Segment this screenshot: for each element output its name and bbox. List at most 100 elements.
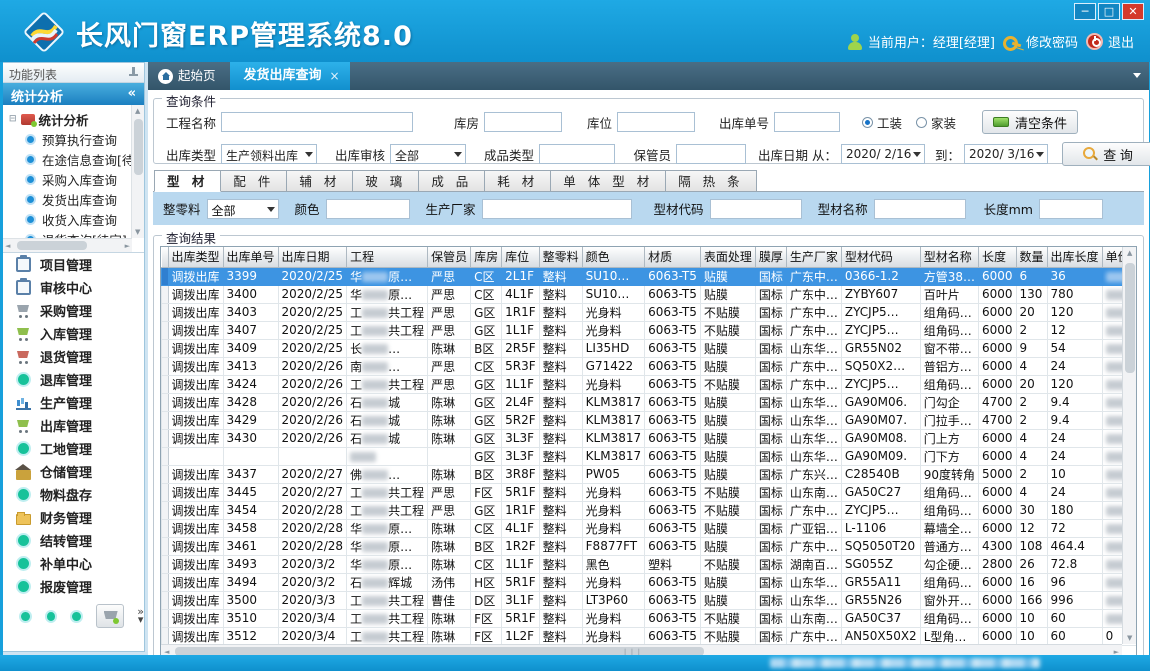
footer-cart-button[interactable] xyxy=(96,604,125,628)
material-tab-配件[interactable]: 配 件 xyxy=(221,170,287,192)
color-input[interactable] xyxy=(326,199,410,219)
table-row[interactable]: 调拨出库34132020/2/26南…严思C区5R3F整料G714226063-… xyxy=(162,357,1138,375)
column-header-保管员[interactable]: 保管员 xyxy=(428,247,471,267)
footer-circle-icon[interactable] xyxy=(19,610,32,623)
collapse-icon[interactable]: « xyxy=(128,86,136,101)
table-row[interactable]: 调拨出库34932020/3/2华原…陈琳C区1L1F整料黑色塑料不贴膜国标湖南… xyxy=(162,555,1138,573)
sidebar-item-结转管理[interactable]: 结转管理 xyxy=(3,529,144,552)
material-tab-隔热条[interactable]: 隔 热 条 xyxy=(666,170,756,192)
column-header-出库单号[interactable]: 出库单号 xyxy=(223,247,278,267)
material-tab-型材[interactable]: 型 材 xyxy=(154,170,221,192)
clear-conditions-button[interactable]: 清空条件 xyxy=(982,110,1078,134)
out-type-select[interactable]: 生产领料出库 xyxy=(221,144,317,164)
zhengling-select[interactable]: 全部 xyxy=(207,199,279,219)
column-header-库房[interactable]: 库房 xyxy=(471,247,502,267)
manufacturer-input[interactable] xyxy=(482,199,632,219)
column-header-库位[interactable]: 库位 xyxy=(502,247,540,267)
order-no-input[interactable] xyxy=(774,112,840,132)
sidebar-item-财务管理[interactable]: 财务管理 xyxy=(3,506,144,529)
search-button[interactable]: 查 询 xyxy=(1062,142,1150,166)
tab-list-dropdown-icon[interactable] xyxy=(1133,73,1141,78)
tree-item-采购入库查询[interactable]: 采购入库查询 xyxy=(9,169,142,189)
grid-vertical-scrollbar[interactable]: ▲ ▼ xyxy=(1122,247,1136,644)
tree-item-预算执行查询[interactable]: 预算执行查询 xyxy=(9,129,142,149)
minimize-button[interactable]: ─ xyxy=(1074,3,1096,20)
product-type-input[interactable] xyxy=(539,144,615,164)
sidebar-item-采购管理[interactable]: 采购管理 xyxy=(3,299,144,322)
column-header-型材名称[interactable]: 型材名称 xyxy=(920,247,978,267)
sidebar-overflow-button[interactable]: »▾ xyxy=(137,608,144,624)
tree-vertical-scrollbar[interactable]: ▲ ▼ xyxy=(131,105,144,238)
profile-code-input[interactable] xyxy=(710,199,802,219)
material-tab-耗材[interactable]: 耗 材 xyxy=(485,170,551,192)
sidebar-item-补单中心[interactable]: 补单中心 xyxy=(3,552,144,575)
column-header-出库日期[interactable]: 出库日期 xyxy=(278,247,347,267)
length-input[interactable] xyxy=(1039,199,1103,219)
sidebar-item-入库管理[interactable]: 入库管理 xyxy=(3,322,144,345)
table-row[interactable]: 调拨出库34942020/3/2石辉城汤伟H区5R1F整料光身料6063-T5贴… xyxy=(162,573,1138,591)
column-header-整零料[interactable]: 整零料 xyxy=(539,247,582,267)
column-header-数量[interactable]: 数量 xyxy=(1016,247,1047,267)
sidebar-item-审核中心[interactable]: 审核中心 xyxy=(3,276,144,299)
gongzhuang-radio[interactable] xyxy=(862,117,873,128)
sidebar-item-项目管理[interactable]: 项目管理 xyxy=(3,253,144,276)
table-row[interactable]: 调拨出库34582020/2/28华原…陈琳C区4L1F整料光身料6063-T5… xyxy=(162,519,1138,537)
sidebar-item-物料盘存[interactable]: 物料盘存 xyxy=(3,483,144,506)
column-header-长度[interactable]: 长度 xyxy=(978,247,1016,267)
column-header-出库类型[interactable]: 出库类型 xyxy=(168,247,223,267)
column-header-工程[interactable]: 工程 xyxy=(347,247,428,267)
tree-item-收货入库查询[interactable]: 收货入库查询 xyxy=(9,209,142,229)
material-tab-辅材[interactable]: 辅 材 xyxy=(287,170,353,192)
table-row[interactable]: 调拨出库35122020/3/4工共工程陈琳F区1L2F整料光身料6063-T5… xyxy=(162,627,1138,645)
sidebar-item-生产管理[interactable]: 生产管理 xyxy=(3,391,144,414)
pin-icon[interactable] xyxy=(129,67,138,78)
warehouse-input[interactable] xyxy=(484,112,562,132)
sidebar-item-出库管理[interactable]: 出库管理 xyxy=(3,414,144,437)
location-input[interactable] xyxy=(617,112,695,132)
tab-close-icon[interactable]: × xyxy=(330,62,340,90)
project-name-input[interactable] xyxy=(221,112,413,132)
tree-expander-icon[interactable]: ⊟ xyxy=(9,114,17,124)
table-row[interactable]: 调拨出库34612020/2/28华原…陈琳B区1R2F整料F8877FT606… xyxy=(162,537,1138,555)
keeper-input[interactable] xyxy=(676,144,746,164)
material-tab-玻璃[interactable]: 玻 璃 xyxy=(353,170,419,192)
table-row[interactable]: G区3L3F整料KLM38176063-T5贴膜国标山东华…GA90M09.门下… xyxy=(162,447,1138,465)
table-row[interactable]: 调拨出库34242020/2/26工共工程严思G区1L1F整料光身料6063-T… xyxy=(162,375,1138,393)
tab-home[interactable]: 起始页 xyxy=(148,62,230,90)
table-row[interactable]: 调拨出库34302020/2/26石城陈琳G区3L3F整料KLM38176063… xyxy=(162,429,1138,447)
material-tab-单体型材[interactable]: 单 体 型 材 xyxy=(551,170,666,192)
out-audit-select[interactable]: 全部 xyxy=(390,144,466,164)
table-row[interactable]: 调拨出库33992020/2/25华原…严思C区2L1F整料SU10…6063-… xyxy=(162,267,1138,285)
footer-circle-icon[interactable] xyxy=(45,610,58,623)
table-row[interactable]: 调拨出库34072020/2/25工共工程严思G区1L1F整料光身料6063-T… xyxy=(162,321,1138,339)
column-header-颜色[interactable]: 颜色 xyxy=(582,247,644,267)
column-header-材质[interactable]: 材质 xyxy=(645,247,701,267)
change-password-button[interactable]: 修改密码 xyxy=(1003,32,1078,51)
tree-item-发货出库查询[interactable]: 发货出库查询 xyxy=(9,189,142,209)
column-header-出库长度[interactable]: 出库长度 xyxy=(1047,247,1102,267)
column-header-生产厂家[interactable]: 生产厂家 xyxy=(786,247,841,267)
jiazhuang-radio[interactable] xyxy=(916,117,927,128)
table-row[interactable]: 调拨出库34292020/2/26石城陈琳G区5R2F整料KLM38176063… xyxy=(162,411,1138,429)
tree-item-在途信息查询[待[interactable]: 在途信息查询[待 xyxy=(9,149,142,169)
sidebar-item-工地管理[interactable]: 工地管理 xyxy=(3,437,144,460)
table-row[interactable]: 调拨出库34542020/2/28工共工程严思G区1R1F整料光身料6063-T… xyxy=(162,501,1138,519)
table-row[interactable]: 调拨出库34372020/2/27佛…陈琳B区3R8F整料PW056063-T5… xyxy=(162,465,1138,483)
footer-circle-icon[interactable] xyxy=(70,610,83,623)
table-row[interactable]: 调拨出库35002020/3/3工共工程曹佳D区3L1F整料LT3P606063… xyxy=(162,591,1138,609)
sidebar-item-退库管理[interactable]: 退库管理 xyxy=(3,368,144,391)
table-row[interactable]: 调拨出库34092020/2/25长…陈琳B区2R5F整料LI35HD6063-… xyxy=(162,339,1138,357)
table-row[interactable]: 调拨出库34032020/2/25工共工程严思G区1R1F整料光身料6063-T… xyxy=(162,303,1138,321)
table-row[interactable]: 调拨出库35102020/3/4工共工程陈琳F区5R1F整料光身料6063-T5… xyxy=(162,609,1138,627)
table-row[interactable]: 调拨出库34282020/2/26石城陈琳G区2L4F整料KLM38176063… xyxy=(162,393,1138,411)
column-header-表面处理[interactable]: 表面处理 xyxy=(700,247,755,267)
maximize-button[interactable]: □ xyxy=(1098,3,1120,20)
sidebar-item-仓储管理[interactable]: 仓储管理 xyxy=(3,460,144,483)
column-header-膜厚[interactable]: 膜厚 xyxy=(755,247,786,267)
logout-button[interactable]: 退出 xyxy=(1086,32,1134,51)
tab-shipping-outbound-query[interactable]: 发货出库查询 × xyxy=(230,62,350,90)
table-row[interactable]: 调拨出库34002020/2/25华原…严思C区4L1F整料SU10…6063-… xyxy=(162,285,1138,303)
column-header-型材代码[interactable]: 型材代码 xyxy=(841,247,920,267)
table-row[interactable]: 调拨出库34452020/2/27工共工程严思F区5R1F整料光身料6063-T… xyxy=(162,483,1138,501)
tree-root-statistics[interactable]: ⊟ 统计分析 xyxy=(9,109,142,129)
